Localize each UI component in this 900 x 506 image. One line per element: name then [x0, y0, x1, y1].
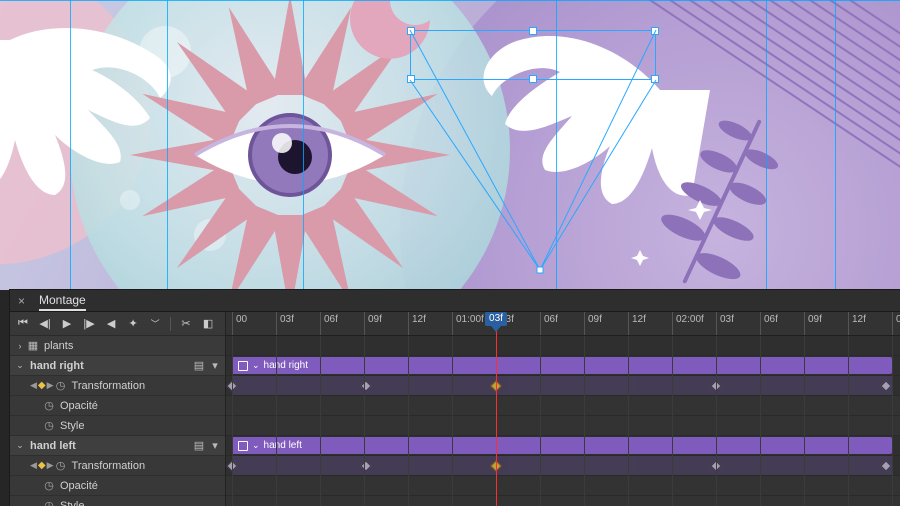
- stopwatch-icon[interactable]: ◷: [54, 459, 68, 472]
- panel-tabstrip: × Montage: [10, 290, 900, 312]
- clip-type-icon: [238, 361, 248, 371]
- keyframe-lane-hand-left-transformation[interactable]: [232, 456, 892, 475]
- transport-toolbar: ⏮ ◀| ▶ |▶ ◀ ✦ ﹀ ✂ ◧: [10, 312, 225, 336]
- layer-options-button[interactable]: ▤: [191, 439, 207, 452]
- play-button[interactable]: ▶: [58, 315, 76, 333]
- track-row-hand-right-opacite[interactable]: [226, 396, 900, 416]
- property-row-hand-left-style[interactable]: ◷ Style: [10, 496, 225, 506]
- keyframe-diamond[interactable]: [360, 380, 371, 391]
- ruler-tick: 06f: [320, 312, 338, 335]
- timeline-track-column[interactable]: 00 03f 06f 09f 12f 01:00f 03f 06f 09f 12f 02:00f 03…: [226, 312, 900, 506]
- collapse-icon[interactable]: ⌄: [14, 360, 26, 371]
- toolbar-separator: [170, 317, 171, 331]
- ruler-tick: 06f: [540, 312, 558, 335]
- go-to-end-button[interactable]: ◀: [102, 315, 120, 333]
- chevron-down-icon: ⌄: [252, 440, 260, 451]
- timeline-panel: × Montage ⏮ ◀| ▶ |▶ ◀ ✦ ﹀ ✂ ◧ ›: [10, 290, 900, 506]
- expand-icon[interactable]: ›: [14, 341, 26, 351]
- stopwatch-icon[interactable]: ◷: [54, 379, 68, 392]
- layer-options-button[interactable]: ▤: [191, 359, 207, 372]
- folder-icon: ▦: [26, 339, 40, 352]
- layer-menu-button[interactable]: ▾: [207, 359, 223, 372]
- ruler-tick: 12f: [408, 312, 426, 335]
- ruler-tick: 02:00f: [672, 312, 704, 335]
- ruler-tick: 03f: [496, 312, 514, 335]
- layer-row-plants[interactable]: › ▦ plants: [10, 336, 225, 356]
- canvas-viewport[interactable]: [0, 0, 900, 290]
- ruler-tick: 00: [232, 312, 247, 335]
- time-ruler[interactable]: 00 03f 06f 09f 12f 01:00f 03f 06f 09f 12f 02:00f 03…: [226, 312, 900, 336]
- timeline-menu-button[interactable]: ﹀: [146, 315, 164, 333]
- collapse-icon[interactable]: ⌄: [14, 440, 26, 451]
- stopwatch-icon[interactable]: ◷: [42, 499, 56, 506]
- clip-label: hand right: [264, 360, 308, 371]
- ruler-tick: 06f: [760, 312, 778, 335]
- next-frame-button[interactable]: |▶: [80, 315, 98, 333]
- ruler-tick: 03f: [716, 312, 734, 335]
- property-row-hand-right-opacite[interactable]: ◷ Opacité: [10, 396, 225, 416]
- ruler-tick: 12f: [628, 312, 646, 335]
- ruler-tick: 03f: [276, 312, 294, 335]
- ruler-tick: 09f: [804, 312, 822, 335]
- go-to-start-button[interactable]: ⏮: [14, 315, 32, 333]
- playhead-line-ruler[interactable]: [496, 312, 497, 336]
- track-row-hand-right[interactable]: ⌄ hand right: [226, 356, 900, 376]
- tracks-area[interactable]: ⌄ hand right ⌄ hand left: [226, 336, 900, 506]
- track-row-hand-left-style[interactable]: [226, 496, 900, 506]
- property-row-hand-right-transformation[interactable]: ◀◆▶ ◷ Transformation: [10, 376, 225, 396]
- layer-label: plants: [40, 340, 223, 352]
- keyframe-nav[interactable]: ◀◆▶: [30, 380, 54, 391]
- timeline-settings-button[interactable]: ✦: [124, 315, 142, 333]
- ruler-tick: 09f: [584, 312, 602, 335]
- property-label: Style: [56, 420, 223, 432]
- prev-frame-button[interactable]: ◀|: [36, 315, 54, 333]
- property-label: Opacité: [56, 400, 223, 412]
- panel-tab-montage[interactable]: Montage: [39, 290, 86, 311]
- ruler-tick: 12f: [848, 312, 866, 335]
- track-row-hand-right-style[interactable]: [226, 416, 900, 436]
- ruler-tick: 03:00f: [892, 312, 900, 335]
- layer-tree-column: ⏮ ◀| ▶ |▶ ◀ ✦ ﹀ ✂ ◧ › ▦ plants: [10, 312, 226, 506]
- keyframe-diamond[interactable]: [360, 460, 371, 471]
- keyframe-diamond[interactable]: [880, 460, 891, 471]
- keyframe-lane-hand-right-transformation[interactable]: [232, 376, 892, 395]
- panel-close-button[interactable]: ×: [18, 295, 25, 307]
- layer-tree[interactable]: › ▦ plants ⌄ hand right ▤ ▾ ◀◆▶ ◷ Transf…: [10, 336, 225, 506]
- property-row-hand-right-style[interactable]: ◷ Style: [10, 416, 225, 436]
- layer-label: hand right: [26, 360, 191, 372]
- stopwatch-icon[interactable]: ◷: [42, 399, 56, 412]
- layer-label: hand left: [26, 440, 191, 452]
- track-row-hand-left[interactable]: ⌄ hand left: [226, 436, 900, 456]
- chevron-down-icon: ⌄: [252, 360, 260, 371]
- clip-type-icon: [238, 441, 248, 451]
- property-label: Style: [56, 500, 223, 506]
- layer-row-hand-right[interactable]: ⌄ hand right ▤ ▾: [10, 356, 225, 376]
- track-row-hand-left-opacite[interactable]: [226, 476, 900, 496]
- property-label: Transformation: [68, 380, 223, 392]
- track-row-plants[interactable]: [226, 336, 900, 356]
- property-row-hand-left-transformation[interactable]: ◀◆▶ ◷ Transformation: [10, 456, 225, 476]
- clip-hand-right[interactable]: ⌄ hand right: [232, 357, 892, 374]
- stopwatch-icon[interactable]: ◷: [42, 479, 56, 492]
- playhead-line[interactable]: [496, 336, 497, 506]
- stopwatch-icon[interactable]: ◷: [42, 419, 56, 432]
- layer-row-hand-left[interactable]: ⌄ hand left ▤ ▾: [10, 436, 225, 456]
- keyframe-nav[interactable]: ◀◆▶: [30, 460, 54, 471]
- artwork-illustration: [0, 0, 900, 290]
- ruler-tick: 01:00f: [452, 312, 484, 335]
- property-row-hand-left-opacite[interactable]: ◷ Opacité: [10, 476, 225, 496]
- clip-hand-left[interactable]: ⌄ hand left: [232, 437, 892, 454]
- keyframe-diamond[interactable]: [880, 380, 891, 391]
- toggle-recording-button[interactable]: ◧: [199, 315, 217, 333]
- ruler-tick: 09f: [364, 312, 382, 335]
- track-row-hand-left-transformation[interactable]: [226, 456, 900, 476]
- track-row-hand-right-transformation[interactable]: [226, 376, 900, 396]
- property-label: Opacité: [56, 480, 223, 492]
- clip-label: hand left: [264, 440, 302, 451]
- layer-menu-button[interactable]: ▾: [207, 439, 223, 452]
- split-clip-button[interactable]: ✂: [177, 315, 195, 333]
- property-label: Transformation: [68, 460, 223, 472]
